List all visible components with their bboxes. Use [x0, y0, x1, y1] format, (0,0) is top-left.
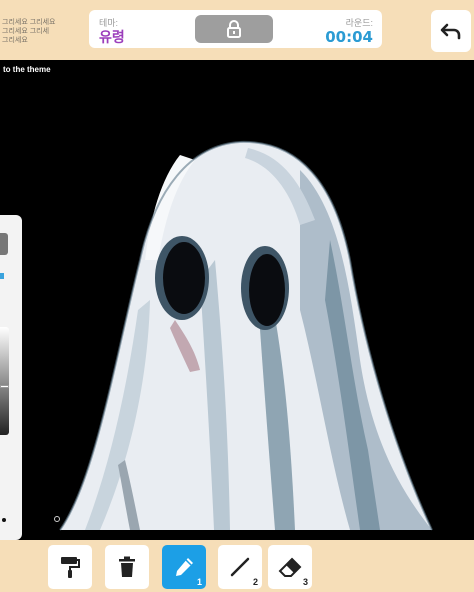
corner-line-3: 그리세요 — [2, 37, 28, 44]
lock-icon — [227, 20, 241, 38]
corner-line-1: 그리세요 그리세요 — [2, 19, 56, 26]
slider-handle[interactable] — [0, 385, 9, 388]
trash-icon — [119, 556, 135, 577]
eraser-tool-number: 3 — [302, 577, 308, 587]
top-bar: 그리세요 그리세요 그리세요 그리세 그리세요 테마: 유령 라운드: 00:0… — [0, 0, 474, 60]
corner-caption: 그리세요 그리세요 그리세요 그리세 그리세요 — [2, 18, 72, 45]
color-swatch[interactable] — [0, 233, 8, 255]
brush-size-dot[interactable] — [2, 518, 6, 522]
pencil-icon — [176, 558, 193, 576]
info-card: 테마: 유령 라운드: 00:04 — [89, 10, 382, 48]
timer: 00:04 — [325, 28, 373, 46]
corner-line-2: 그리세요 그리세 — [2, 28, 50, 35]
eraser-icon — [278, 557, 302, 577]
eraser-tool-button[interactable]: 3 — [268, 545, 312, 589]
clear-button[interactable] — [105, 545, 149, 589]
drawing-canvas[interactable]: to the theme — [0, 60, 474, 540]
line-tool-button[interactable]: 2 — [218, 545, 262, 589]
undo-button[interactable] — [431, 10, 471, 52]
line-icon — [230, 557, 250, 577]
ghost-drawing — [59, 140, 433, 531]
lock-button[interactable] — [195, 15, 273, 43]
line-tool-number: 2 — [252, 577, 258, 587]
color-panel[interactable] — [0, 215, 22, 540]
paint-roller-icon — [61, 557, 80, 578]
pencil-tool-number: 1 — [196, 577, 202, 587]
color-indicator — [0, 273, 4, 279]
cursor-marker — [54, 516, 60, 522]
undo-icon — [440, 23, 461, 40]
brightness-slider[interactable] — [0, 327, 9, 435]
fill-tool-button[interactable] — [48, 545, 92, 589]
pencil-tool-button[interactable]: 1 — [162, 545, 206, 589]
tool-bar: 1 2 3 — [0, 540, 474, 592]
theme-value: 유령 — [99, 29, 125, 45]
